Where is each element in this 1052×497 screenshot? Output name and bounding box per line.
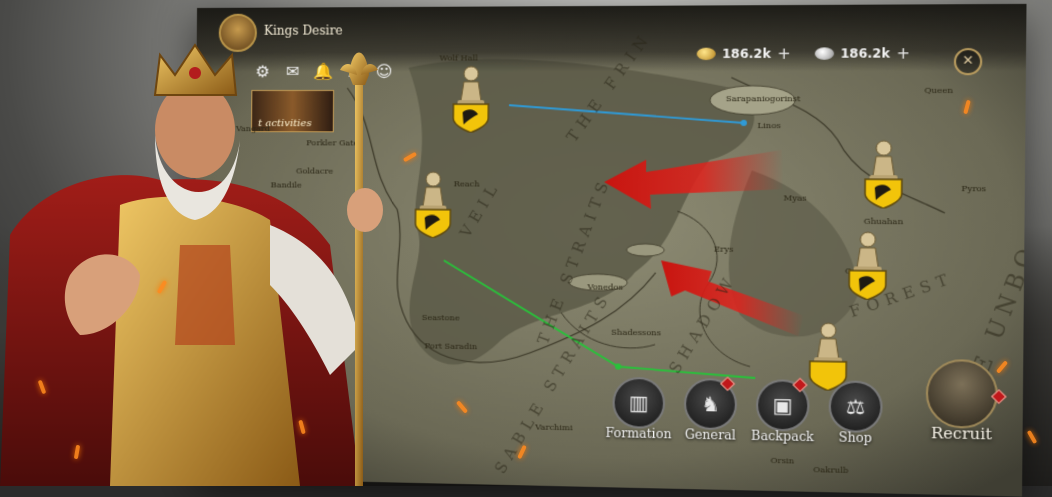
silver-resource: 186.2k + xyxy=(814,44,910,63)
backpack-button[interactable]: ▣ Backpack xyxy=(747,377,818,445)
formation-icon: ▥ xyxy=(612,376,666,429)
place-label: Varchimi xyxy=(535,422,573,433)
army-node[interactable] xyxy=(858,136,908,209)
place-label: Queen xyxy=(924,85,953,96)
gold-resource: 186.2k + xyxy=(696,44,791,63)
recruit-button[interactable]: Recruit xyxy=(921,358,1007,444)
formation-label: Formation xyxy=(605,425,672,442)
place-label: Port Saradin xyxy=(424,341,478,352)
army-node[interactable] xyxy=(447,61,495,132)
add-gold-button[interactable]: + xyxy=(777,44,791,63)
place-label: Myas xyxy=(783,193,807,203)
place-label: Erys xyxy=(713,244,734,254)
place-label: Ghuahan xyxy=(863,216,904,227)
place-label: Orsin xyxy=(770,455,795,466)
close-button[interactable]: ✕ xyxy=(953,48,983,76)
general-button[interactable]: ♞ General xyxy=(675,376,745,443)
place-label: Oakrulb xyxy=(813,464,849,476)
add-silver-button[interactable]: + xyxy=(896,44,910,63)
place-label: Vonedos xyxy=(587,282,623,292)
place-label: Sarapaniogorinst xyxy=(725,94,801,104)
place-label: Pyros xyxy=(961,183,987,194)
gold-coin-icon xyxy=(696,47,716,61)
shop-button[interactable]: ⚖ Shop xyxy=(820,380,892,446)
knight-helmet-icon xyxy=(925,358,999,430)
place-label: Reach xyxy=(453,179,480,189)
place-label: Linos xyxy=(757,120,781,131)
recruit-label: Recruit xyxy=(930,423,993,444)
place-label: Shadessons xyxy=(611,327,662,338)
backpack-label: Backpack xyxy=(751,428,814,445)
king-character-art xyxy=(0,43,383,486)
general-label: General xyxy=(684,427,736,443)
army-node[interactable] xyxy=(843,227,893,300)
formation-button[interactable]: ▥ Formation xyxy=(604,376,674,442)
silver-amount: 186.2k xyxy=(840,46,891,61)
shop-label: Shop xyxy=(838,430,872,446)
silver-coin-icon xyxy=(814,47,835,60)
gold-amount: 186.2k xyxy=(722,46,771,62)
scales-icon: ⚖ xyxy=(828,380,883,434)
